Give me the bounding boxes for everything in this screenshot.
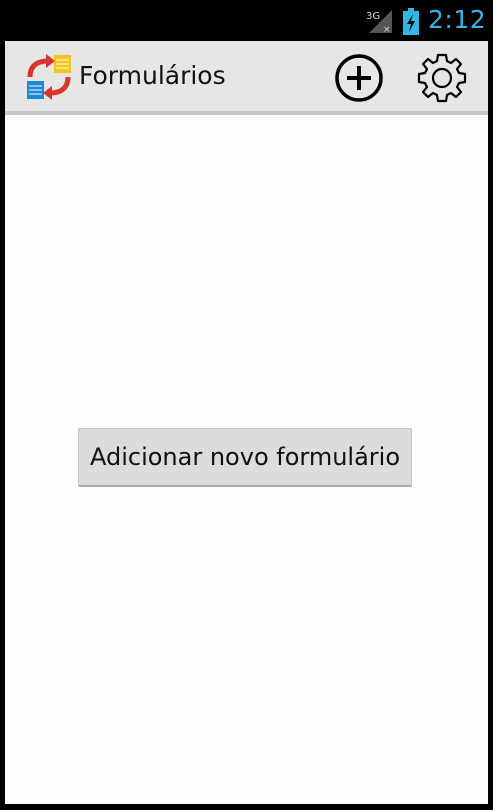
network-type-label: 3G [366,11,380,22]
content-area: Adicionar novo formulário [5,115,488,804]
signal-no-data-icon: 3G × [366,10,392,34]
plus-circle-icon [335,54,383,102]
action-bar-title: Formulários [79,61,226,90]
status-bar: 3G × 2:12 [0,0,493,41]
sync-forms-icon [27,54,71,100]
battery-charging-icon [403,8,419,35]
status-clock: 2:12 [428,5,487,34]
action-bar: Formulários [5,41,488,111]
svg-text:×: × [383,25,391,34]
add-new-form-button[interactable]: Adicionar novo formulário [78,428,412,487]
android-screen: 3G × 2:12 Formulários Adicionar novo for… [0,0,493,810]
gear-icon [417,53,467,103]
settings-action-button[interactable] [413,51,471,105]
add-form-action-button[interactable] [331,51,387,105]
app-window: Formulários Adicionar novo formulário [5,41,488,804]
